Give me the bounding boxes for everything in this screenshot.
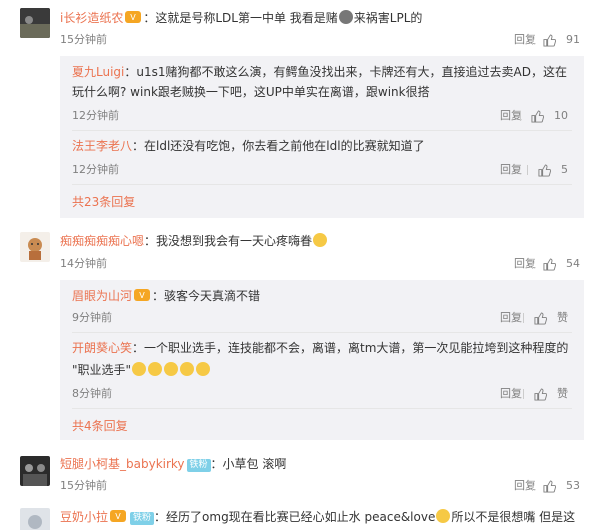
like-count: 53 (566, 479, 580, 492)
thumbs-up-icon (538, 163, 551, 177)
emoji-icon (180, 362, 195, 376)
like-button[interactable]: 5 (527, 162, 568, 178)
emoji-icon (313, 233, 328, 247)
divider (523, 389, 524, 399)
reply-time: 9分钟前 (72, 311, 112, 324)
thumbs-up-icon (543, 479, 556, 493)
reply-text-cont: "职业选手" (72, 360, 572, 380)
reply-time: 12分钟前 (72, 109, 119, 122)
reply-button[interactable]: 回复 (500, 386, 522, 402)
like-button[interactable]: 赞 (523, 386, 568, 402)
avatar[interactable] (20, 232, 50, 262)
more-replies-link[interactable]: 共4条回复 (72, 418, 128, 434)
reply-button[interactable]: 回复 (500, 310, 522, 326)
reply-text: 法王李老八：在ldl还没有吃饱，你去看之前他在ldl的比赛就知道了 (72, 139, 425, 153)
divider (520, 111, 521, 121)
vip-badge-icon: V (134, 289, 151, 301)
reply-text: 开朗葵心笑：一个职业选手，连技能都不会，离谱，离tm大谱，第一次见能拉垮到这种程… (72, 341, 569, 355)
svg-text:V: V (139, 291, 145, 300)
like-count: 10 (554, 109, 568, 122)
emoji-icon (164, 362, 179, 376)
avatar[interactable] (20, 508, 50, 530)
thumbs-up-icon (543, 257, 556, 271)
like-count: 54 (566, 257, 580, 270)
reply-button[interactable]: 回复 (500, 108, 522, 124)
comment-time: 15分钟前 (60, 479, 107, 492)
comment-author[interactable]: 豆奶小拉 (60, 510, 108, 524)
thumbs-up-icon (534, 387, 547, 401)
like-count: 5 (561, 163, 568, 176)
comment-time: 14分钟前 (60, 257, 107, 270)
comment-author[interactable]: 痴痴痴痴痴心嗯 (60, 234, 144, 248)
reply-text: 夏九Luigi：u1s1赌狗都不敢这么演，有鳄鱼没找出来，卡牌还有大，直接追过去… (72, 65, 567, 79)
comment-time: 15分钟前 (60, 33, 107, 46)
emoji-icon (196, 362, 211, 376)
reply-author[interactable]: 开朗葵心笑 (72, 341, 132, 355)
avatar[interactable] (20, 8, 50, 38)
reply-author[interactable]: 夏九Luigi (72, 65, 124, 79)
divider (72, 408, 572, 409)
like-count: 赞 (557, 387, 568, 400)
reply-author[interactable]: 眉眼为山河 (72, 289, 132, 303)
comment-text: 豆奶小拉 V 铁粉 ：经历了omg现在看比赛已经心如止水 peace&love 所以不是… (60, 509, 576, 525)
emoji-icon (148, 362, 163, 376)
reply-button[interactable]: 回复 (500, 162, 522, 178)
reply-time: 8分钟前 (72, 387, 112, 400)
emoji-icon (132, 362, 147, 376)
emoji-icon (338, 10, 353, 24)
praying-hands-icon (436, 509, 451, 523)
avatar[interactable] (20, 456, 50, 486)
comment-text: i长衫造纸农 V ：这就是号称LDL第一中单 我看是赌 来祸害LPL的 (60, 10, 423, 25)
divider (532, 481, 533, 491)
svg-text:V: V (131, 13, 137, 22)
comment-text: 短腿小柯基_babykirky 铁粉 ：小草包 滚啊 (60, 457, 287, 472)
thumbs-up-icon (543, 33, 556, 47)
divider (523, 313, 524, 323)
svg-text:V: V (115, 512, 121, 521)
comment-author[interactable]: i长衫造纸农 (60, 11, 123, 25)
reply-thread: 眉眼为山河 V ：骇客今天真滴不错 9分钟前 回复 赞 开朗葵心笑：一个职业选手，连… (60, 280, 584, 440)
divider (527, 165, 528, 175)
divider (532, 35, 533, 45)
reply-text-cont: 玩什么啊? wink跟老贼换一下吧，这UP中单实在离谱，跟wink很搭 (72, 85, 430, 99)
thumbs-up-icon (534, 311, 547, 325)
reply-thread: 夏九Luigi：u1s1赌狗都不敢这么演，有鳄鱼没找出来，卡牌还有大，直接追过去… (60, 56, 584, 218)
like-button[interactable]: 赞 (523, 310, 568, 326)
vip-badge-icon: V (110, 510, 127, 522)
like-count: 91 (566, 33, 580, 46)
fan-badge: 铁粉 (130, 512, 155, 525)
divider (532, 259, 533, 269)
reply-text: 眉眼为山河 V ：骇客今天真滴不错 (72, 289, 261, 303)
reply-time: 12分钟前 (72, 163, 119, 176)
thumbs-up-icon (531, 109, 544, 123)
divider (72, 184, 572, 185)
divider (72, 332, 572, 333)
fan-badge: 铁粉 (186, 459, 211, 472)
comment-author[interactable]: 短腿小柯基_babykirky (60, 457, 185, 471)
more-replies-link[interactable]: 共23条回复 (72, 194, 135, 210)
divider (72, 130, 572, 131)
reply-author[interactable]: 法王李老八 (72, 139, 132, 153)
like-button[interactable]: 54 (532, 256, 580, 272)
like-count: 赞 (557, 311, 568, 324)
vip-badge-icon: V (125, 11, 142, 23)
like-button[interactable]: 10 (520, 108, 568, 124)
like-button[interactable]: 53 (532, 478, 580, 494)
like-button[interactable]: 91 (532, 32, 580, 48)
comment-text: 痴痴痴痴痴心嗯：我没想到我会有一天心疼嗨眷 (60, 231, 580, 251)
